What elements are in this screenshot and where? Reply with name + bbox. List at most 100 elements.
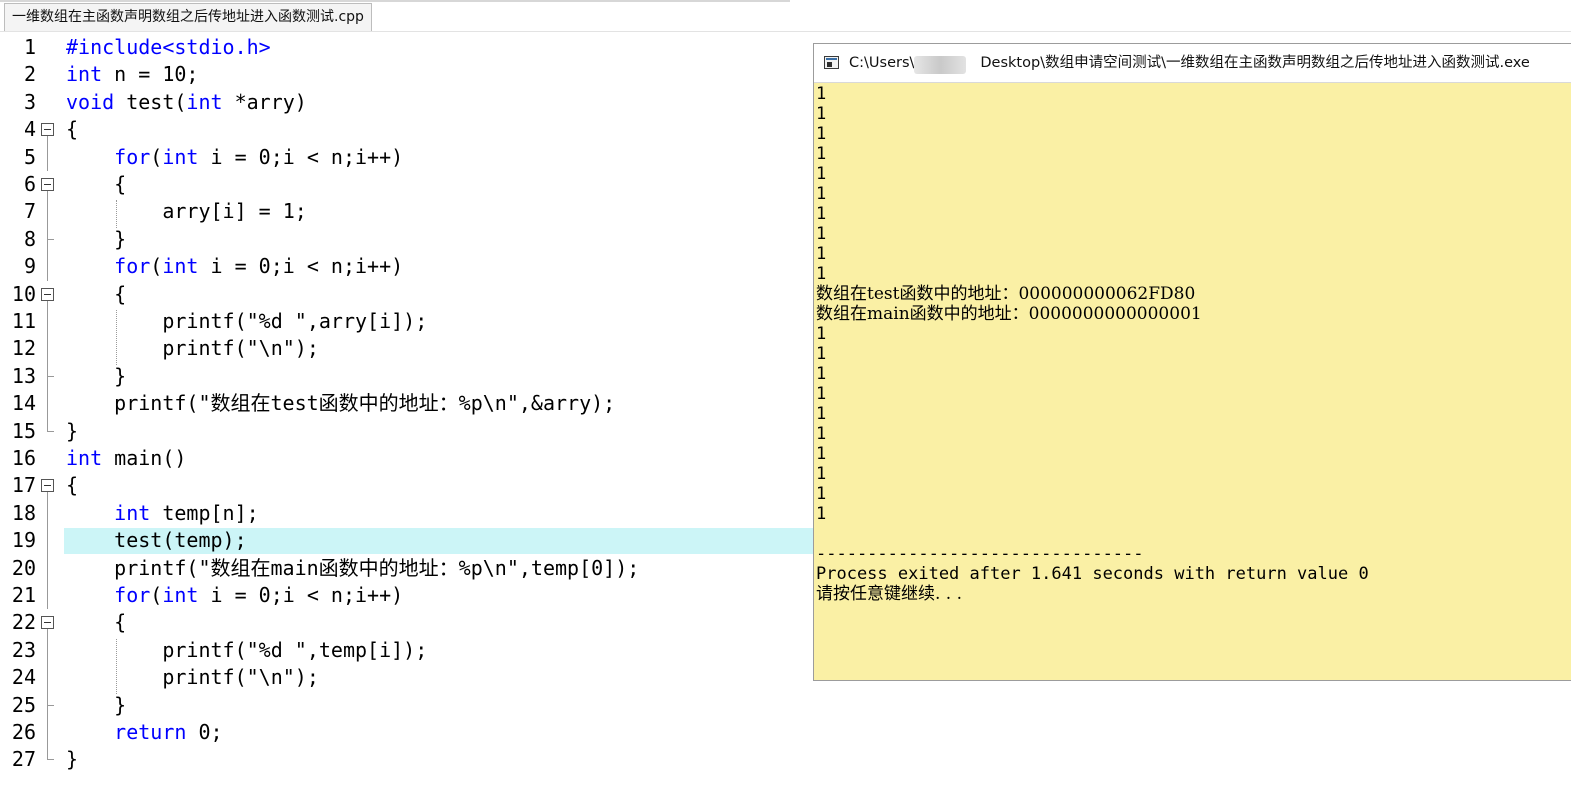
line-number: 19 [11,528,36,553]
console-output-line: 1 [816,84,827,104]
fold-toggle-icon[interactable] [39,609,59,637]
code-token: test( [114,89,187,114]
code-text: { [66,171,126,198]
line-number: 16 [11,446,36,470]
fold-guide [39,362,59,391]
code-token: 0; [186,720,223,744]
fold-guide [39,664,59,692]
code-token: } [66,226,127,251]
fold-line [47,253,48,281]
code-text: } [66,746,78,773]
code-token: %p\n",temp[0]); [458,555,640,580]
fold-line [47,629,48,637]
code-token: { [66,172,127,196]
code-token: *arry) [222,89,307,114]
fold-end-tick [47,704,54,706]
code-token: ( [150,144,163,169]
fold-line [47,191,48,199]
fold-toggle-icon[interactable] [39,171,59,199]
fold-line [47,582,48,610]
console-output-line: 1 [816,424,827,444]
code-text: #include<stdio.h> [66,34,271,61]
code-token: printf(" [66,555,211,580]
keyword-token: #include<stdio.h> [66,35,271,59]
fold-guide [39,582,59,610]
fold-end-tick [47,759,54,761]
fold-guide [39,253,59,281]
line-number: 1 [23,35,36,59]
console-output-line: 1 [816,144,827,164]
keyword-token: int [186,89,223,114]
console-output-line: 1 [816,324,827,344]
code-text: { [66,472,78,499]
fold-toggle-icon[interactable] [39,116,59,144]
code-token: i = 0;i < n;i++) [198,144,404,169]
code-text: return 0; [66,719,223,746]
code-text: { [66,281,126,308]
fold-line [47,499,48,528]
indent-guide [116,200,117,228]
code-text: } [66,363,126,390]
editor-tab-strip: 一维数组在主函数声明数组之后传地址进入函数测试.cpp [0,0,1571,32]
fold-guide [39,335,59,363]
fold-toggle-icon[interactable] [39,472,59,500]
code-line[interactable]: 27} [0,746,1571,773]
code-token: { [66,117,79,142]
code-text: } [66,418,78,445]
file-tab[interactable]: 一维数组在主函数声明数组之后传地址进入函数测试.cpp [4,3,372,31]
keyword-token: for [114,144,151,169]
line-number: 15 [11,418,36,443]
fold-guide [39,636,59,665]
console-output-line: 1 [816,244,827,264]
line-number: 18 [11,500,36,525]
code-token: i = 0;i < n;i++) [198,254,404,279]
console-titlebar[interactable]: C:\Users\ Desktop\数组申请空间测试\一维数组在主函数声明数组之后… [814,44,1571,83]
code-line[interactable]: 26 return 0; [0,719,1571,747]
code-token: printf("\n"); [66,665,319,690]
code-token: printf(" [66,391,211,416]
line-number: 14 [11,391,36,416]
code-token: i = 0;i < n;i++) [198,583,404,607]
code-line[interactable]: 25 } [0,691,1571,719]
fold-guide [39,198,59,226]
line-number: 11 [11,309,36,333]
line-number: 24 [11,665,36,690]
tab-strip-border [0,0,790,2]
code-text: arry[i] = 1; [66,198,307,225]
code-text: { [66,609,126,636]
line-number: 4 [23,117,36,142]
code-token: main [270,555,319,580]
minus-box-icon [41,616,54,630]
keyword-token: int [66,446,103,470]
console-output-line: 1 [816,504,827,524]
code-text: for(int i = 0;i < n;i++) [66,144,403,171]
console-title-prefix: C:\Users\ [849,55,915,71]
code-text: printf("%d ",temp[i]); [66,637,427,664]
fold-line [47,335,48,363]
code-text: test(temp); [66,527,246,554]
fold-guide [39,746,59,773]
code-text: } [66,226,126,253]
code-token: test [270,391,319,416]
fold-guide [39,719,59,747]
console-output-line: 数组在test函数中的地址：000000000062FD80 [816,284,1196,304]
fold-line [47,492,48,500]
keyword-token: void [66,89,115,114]
minus-box-icon [41,287,54,301]
fold-toggle-icon[interactable] [39,281,59,308]
line-number: 21 [11,583,36,607]
code-text: printf("\n"); [66,664,319,691]
console-output-line: 1 [816,444,827,464]
line-number: 22 [11,610,36,635]
code-token: 函数中的地址： [318,391,459,416]
keyword-token: int [162,583,199,607]
keyword-token: int [114,500,151,525]
console-window[interactable]: C:\Users\ Desktop\数组申请空间测试\一维数组在主函数声明数组之后… [813,43,1571,681]
console-output-line: 1 [816,184,827,204]
line-number: 27 [11,747,36,772]
fold-end-tick [47,238,54,240]
code-token: printf("%d ",temp[i]); [66,637,428,662]
redacted-username-blur [914,56,966,74]
